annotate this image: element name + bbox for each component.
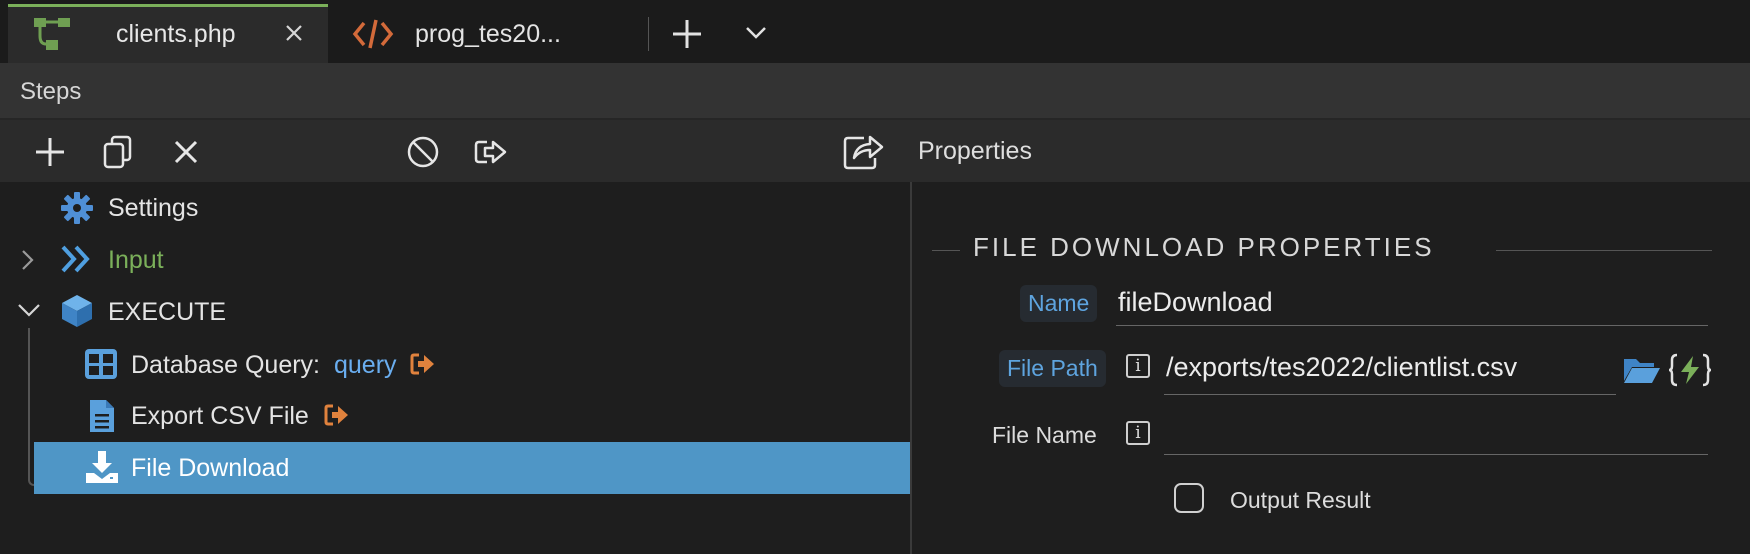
flow-icon (34, 18, 70, 50)
chevron-right-icon[interactable] (20, 248, 36, 272)
section-rule-left (932, 250, 960, 251)
tree-item-file-download[interactable]: File Download (131, 454, 289, 483)
tree-item-export-csv[interactable]: Export CSV File (131, 402, 309, 431)
chevron-down-icon[interactable] (744, 24, 768, 42)
close-tab-icon[interactable] (284, 23, 304, 43)
delete-icon[interactable] (168, 134, 204, 170)
file-path-input-underline (1164, 394, 1616, 395)
section-title: FILE DOWNLOAD PROPERTIES (973, 232, 1435, 262)
file-name-input-underline (1164, 454, 1708, 455)
copy-icon[interactable] (100, 134, 136, 170)
name-input[interactable]: fileDownload (1118, 287, 1273, 318)
tab-label-prog[interactable]: prog_tes20... (415, 20, 561, 49)
tree-item-input[interactable]: Input (108, 246, 164, 275)
add-step-icon[interactable] (32, 134, 68, 170)
tree-item-settings[interactable]: Settings (108, 194, 198, 223)
output-badge-icon (324, 404, 348, 426)
dynamic-data-icon[interactable] (1668, 352, 1712, 388)
steps-title: Steps (20, 78, 82, 105)
cube-icon (62, 295, 92, 327)
disable-icon[interactable] (405, 134, 441, 170)
table-icon (85, 349, 117, 379)
download-icon (86, 451, 118, 483)
steps-header (0, 63, 1750, 120)
properties-title: Properties (918, 137, 1032, 165)
document-icon (90, 400, 114, 432)
name-label: Name (1020, 285, 1098, 322)
tab-label-clients: clients.php (116, 20, 236, 48)
file-path-label: File Path (999, 350, 1106, 387)
output-badge-icon (410, 353, 434, 375)
tree-item-db-query-label[interactable]: Database Query: (131, 351, 320, 380)
info-icon[interactable]: i (1126, 354, 1150, 378)
name-input-underline (1116, 325, 1708, 326)
output-result-checkbox[interactable] (1174, 483, 1204, 513)
section-rule-right (1496, 250, 1712, 251)
tab-separator (648, 17, 649, 51)
folder-open-icon[interactable] (1622, 355, 1662, 385)
output-icon[interactable] (473, 134, 509, 170)
share-icon[interactable] (842, 132, 884, 170)
add-tab-icon[interactable] (671, 18, 703, 50)
output-result-label[interactable]: Output Result (1230, 487, 1371, 514)
double-chevron-icon (61, 245, 90, 273)
file-name-label: File Name (992, 422, 1097, 448)
tree-item-execute[interactable]: EXECUTE (108, 298, 226, 327)
chevron-down-icon[interactable] (16, 302, 42, 320)
code-icon (352, 19, 394, 49)
info-icon[interactable]: i (1126, 421, 1150, 445)
tree-item-db-query-value[interactable]: query (334, 351, 397, 380)
gear-icon (61, 192, 93, 224)
file-path-input[interactable]: /exports/tes2022/clientlist.csv (1166, 352, 1517, 383)
